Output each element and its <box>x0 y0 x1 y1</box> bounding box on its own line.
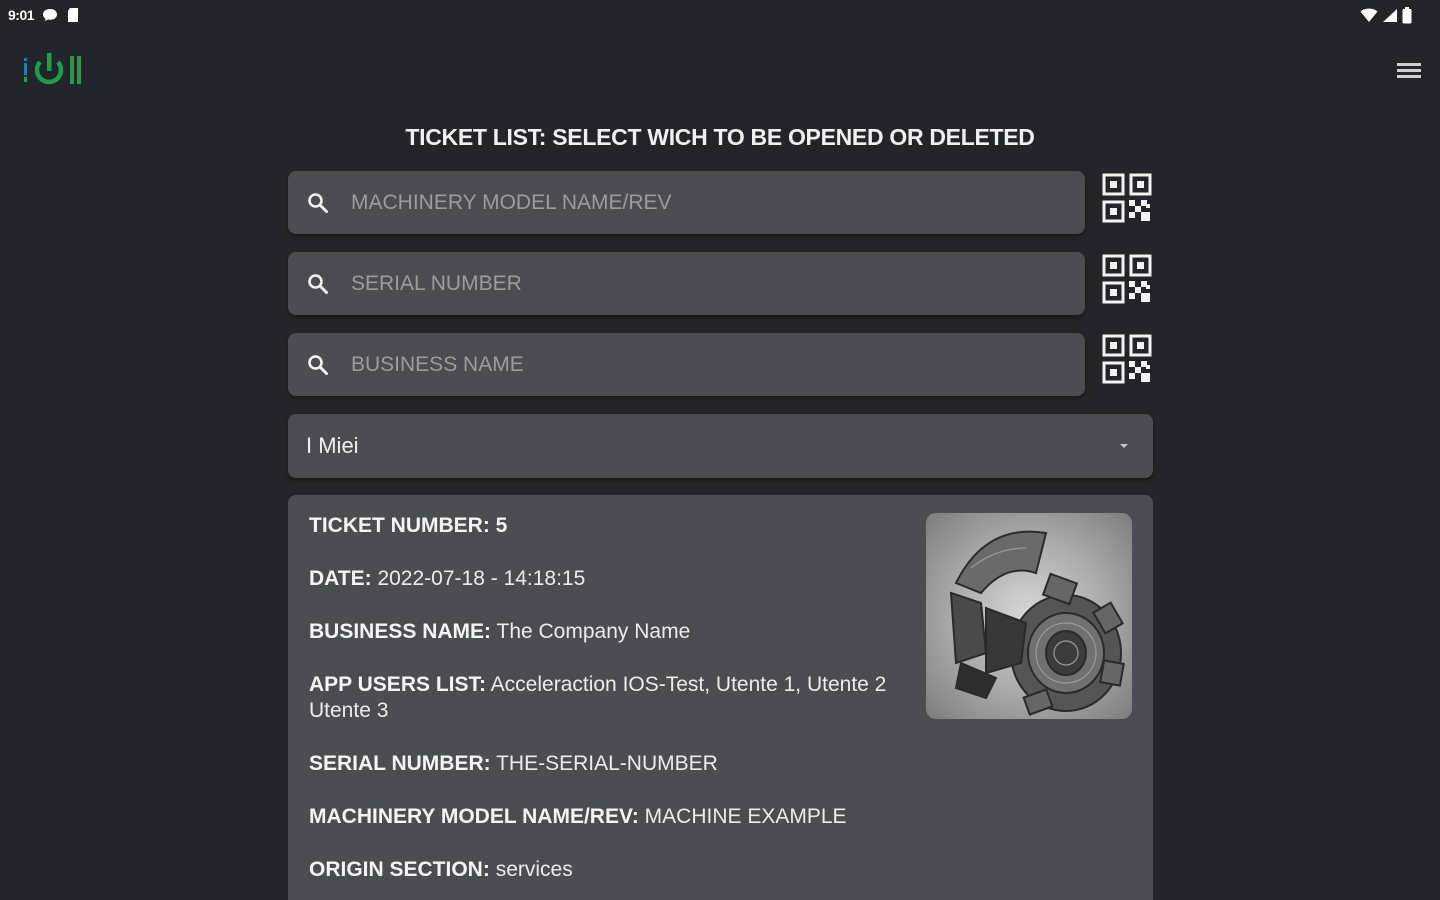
ticket-number-label: TICKET NUMBER: <box>309 514 490 537</box>
ticket-business-label: BUSINESS NAME: <box>309 620 492 643</box>
model-search-input[interactable] <box>351 171 1085 234</box>
serial-search-input[interactable] <box>351 252 1085 315</box>
search-icon <box>308 273 328 294</box>
business-search-field[interactable] <box>288 333 1085 396</box>
signal-icon <box>1383 8 1397 22</box>
status-time: 9:01 <box>8 7 35 23</box>
dropdown-selected-value: I Miei <box>306 433 359 458</box>
ticket-filter-dropdown[interactable]: I Miei <box>288 414 1153 478</box>
ticket-fields: TICKET NUMBER: 5 DATE: 2022-07-18 - 14:1… <box>309 513 919 900</box>
battery-icon <box>1402 6 1412 23</box>
ticket-number-value: 5 <box>495 514 508 537</box>
ticket-model-value: MACHINE EXAMPLE <box>644 805 847 828</box>
ticket-origin-label: ORIGIN SECTION: <box>309 858 490 881</box>
sd-card-icon <box>68 8 79 22</box>
ticket-users-row: APP USERS LIST: Acceleraction IOS-Test, … <box>309 672 919 724</box>
ticket-users-label: APP USERS LIST: <box>309 673 486 696</box>
status-bar: 9:01 <box>0 0 1440 30</box>
ticket-business-value: The Company Name <box>496 620 691 643</box>
machine-illustration <box>949 530 1125 716</box>
wifi-icon <box>1360 8 1378 22</box>
serial-search-field[interactable] <box>288 252 1085 315</box>
chat-bubble-icon <box>43 9 58 21</box>
qr-scan-model-icon[interactable] <box>1102 173 1152 223</box>
search-icon <box>308 354 328 375</box>
ticket-serial-row: SERIAL NUMBER: THE-SERIAL-NUMBER <box>309 751 919 777</box>
chevron-down-icon <box>1120 444 1128 448</box>
ticket-serial-label: SERIAL NUMBER: <box>309 752 491 775</box>
ticket-origin-value: services <box>495 858 573 881</box>
ticket-serial-value: THE-SERIAL-NUMBER <box>496 752 718 775</box>
qr-scan-serial-icon[interactable] <box>1102 254 1152 304</box>
search-icon <box>308 192 328 213</box>
ticket-date-row: DATE: 2022-07-18 - 14:18:15 <box>309 566 919 592</box>
business-search-input[interactable] <box>351 333 1085 396</box>
ticket-model-label: MACHINERY MODEL NAME/REV: <box>309 805 639 828</box>
ticket-date-label: DATE: <box>309 567 372 590</box>
ticket-card[interactable]: TICKET NUMBER: 5 DATE: 2022-07-18 - 14:1… <box>288 495 1153 900</box>
ticket-date-value: 2022-07-18 - 14:18:15 <box>377 567 586 590</box>
status-left: 9:01 <box>8 7 80 23</box>
machine-image <box>926 513 1132 719</box>
model-search-field[interactable] <box>288 171 1085 234</box>
hamburger-menu-icon[interactable] <box>1397 60 1421 80</box>
ticket-origin-row: ORIGIN SECTION: services <box>309 857 919 883</box>
power-logo-icon <box>24 53 81 85</box>
status-right <box>1360 6 1412 24</box>
qr-scan-business-icon[interactable] <box>1102 334 1152 384</box>
ticket-number-row: TICKET NUMBER: 5 <box>309 513 919 539</box>
ticket-business-row: BUSINESS NAME: The Company Name <box>309 619 919 645</box>
page-title: TICKET LIST: SELECT WICH TO BE OPENED OR… <box>405 124 1035 150</box>
ticket-model-row: MACHINERY MODEL NAME/REV: MACHINE EXAMPL… <box>309 804 919 830</box>
